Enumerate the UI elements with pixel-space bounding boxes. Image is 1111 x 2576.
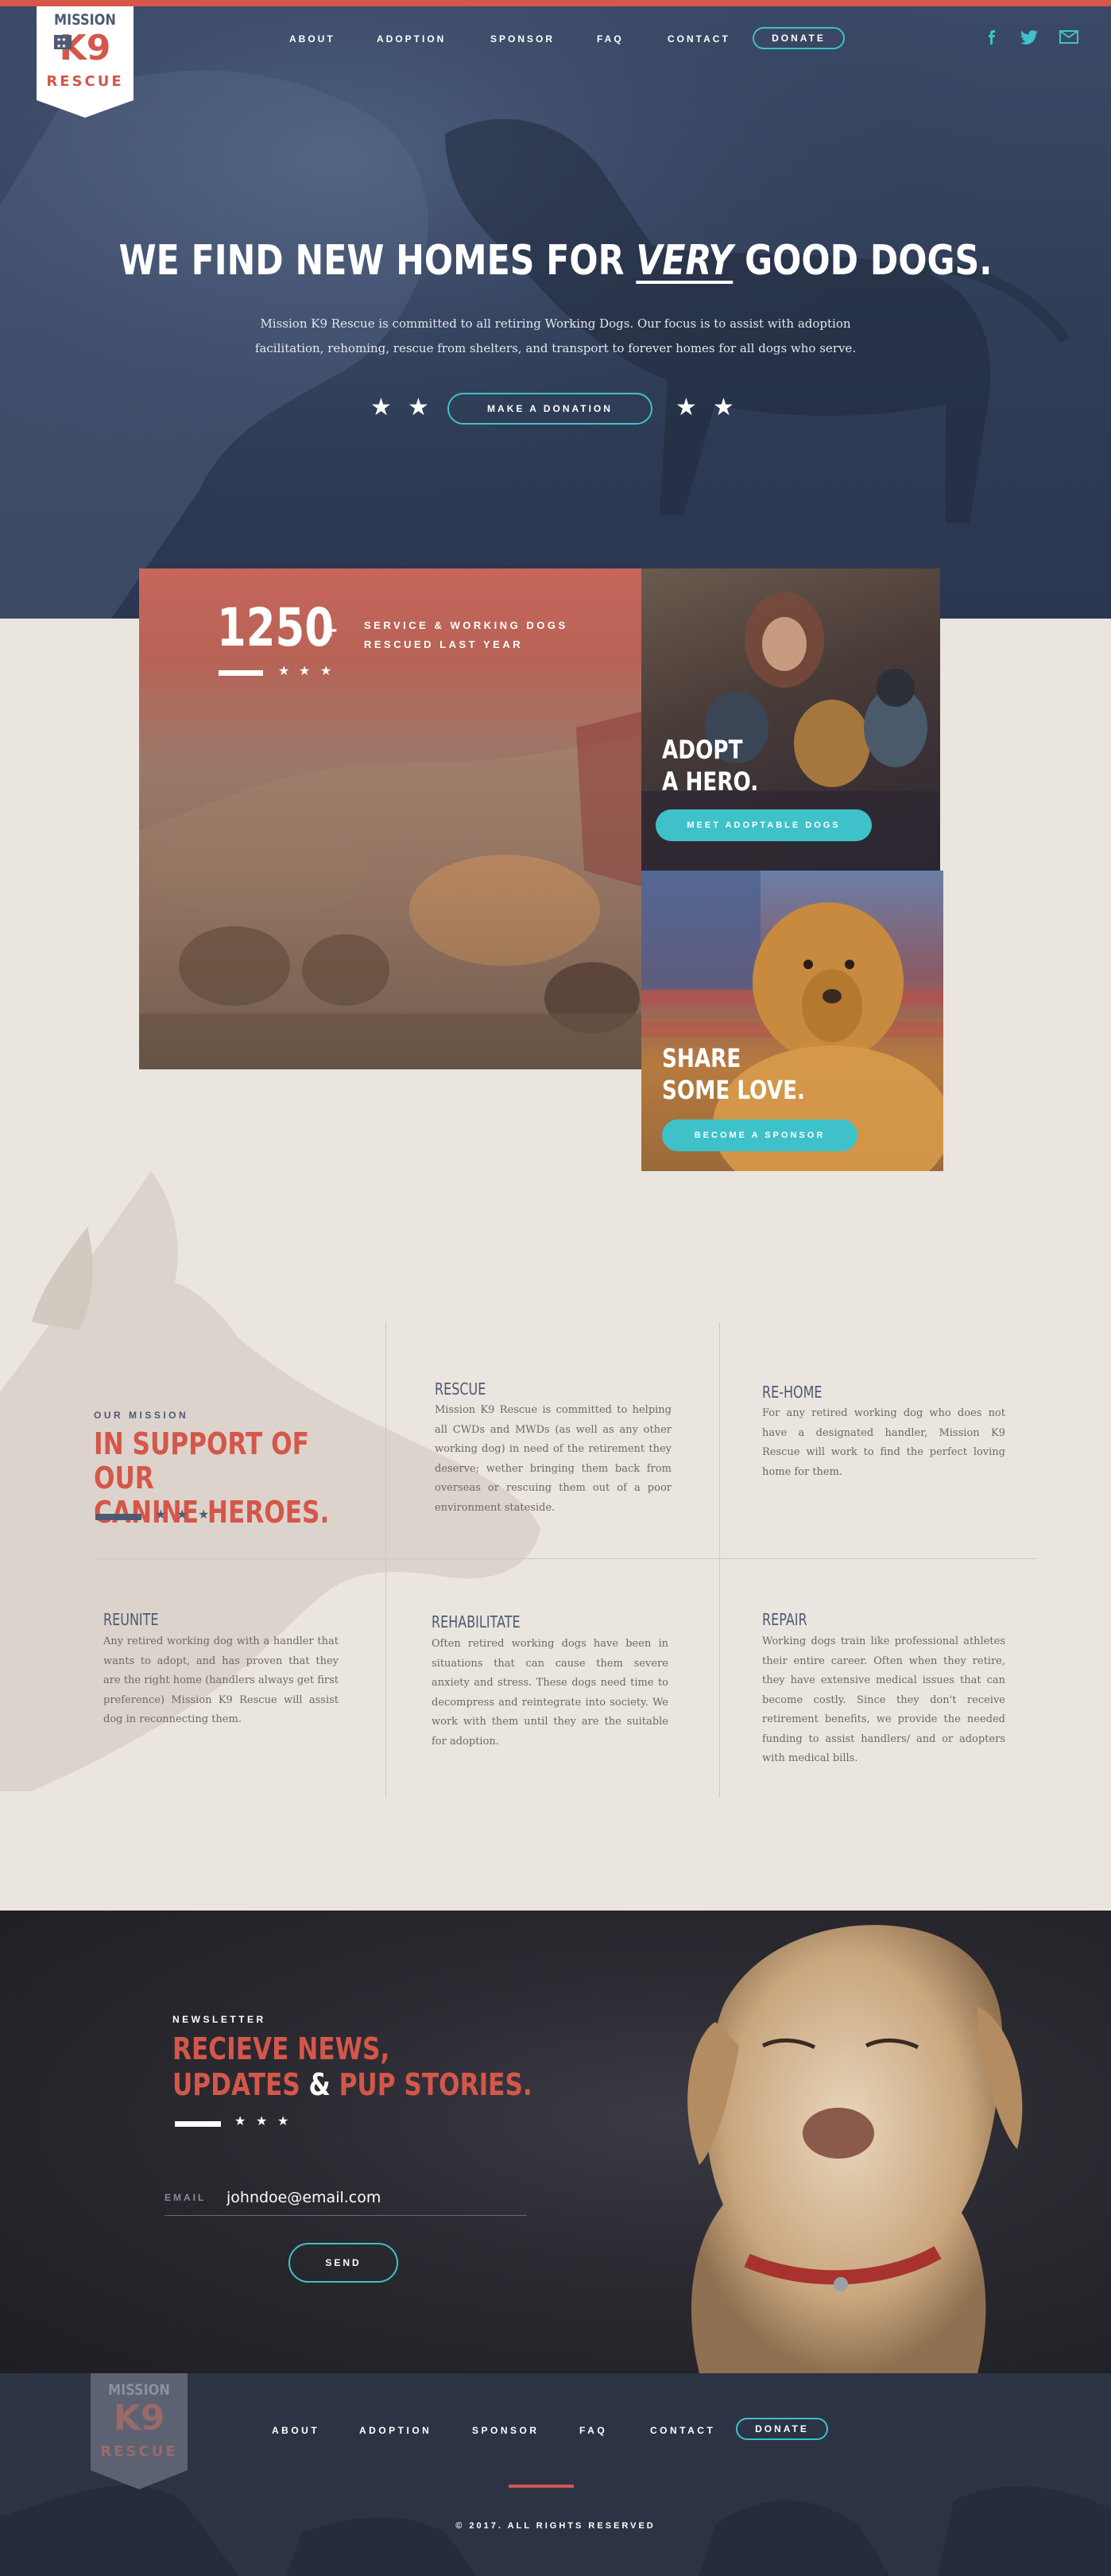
- footer-donate-button[interactable]: DONATE: [736, 2418, 828, 2440]
- service-text-repair: Working dogs train like professional ath…: [762, 1635, 1005, 1764]
- rescued-label-line2: RESCUED LAST YEAR: [364, 638, 524, 650]
- service-text-reunite: Any retired working dog with a handler t…: [103, 1635, 339, 1725]
- send-button[interactable]: SEND: [288, 2243, 398, 2283]
- footer-nav-sponsor[interactable]: SPONSOR: [472, 2425, 540, 2436]
- star-icon: ★: [198, 1508, 210, 1522]
- newsletter-kicker: NEWSLETTER: [172, 2014, 266, 2025]
- newsletter-title-updates: UPDATES: [172, 2067, 300, 2102]
- service-title-rehabilitate: REHABILITATE: [432, 1612, 521, 1631]
- email-input[interactable]: [226, 2184, 521, 2211]
- hero-title: WE FIND NEW HOMES FOR VERY GOOD DOGS.: [100, 237, 1011, 285]
- logo-badge[interactable]: MISSION K9 ★★ ★★ RESCUE: [37, 6, 134, 118]
- mission-divider-bar: [95, 1514, 141, 1520]
- star-icon: ★: [408, 394, 429, 421]
- grid-divider: [94, 1558, 1036, 1559]
- top-accent-bar: [0, 0, 1111, 6]
- adopt-card: ADOPT A HERO. MEET ADOPTABLE DOGS: [641, 568, 940, 871]
- share-card: SHARE SOME LOVE. BECOME A SPONSOR: [641, 871, 943, 1171]
- nav-donate-button[interactable]: DONATE: [753, 27, 845, 49]
- newsletter-title-pup-stories: PUP STORIES.: [339, 2067, 532, 2102]
- hero-title-pre: WE FIND NEW HOMES FOR: [118, 237, 625, 285]
- adopt-title-line2: A HERO.: [662, 766, 759, 797]
- share-title: SHARE SOME LOVE.: [662, 1042, 805, 1106]
- email-label: EMAIL: [165, 2192, 207, 2203]
- footer-logo-text-rescue: RESCUE: [100, 2443, 178, 2460]
- facebook-icon[interactable]: [987, 30, 997, 48]
- footer-logo-badge[interactable]: MISSION K9 RESCUE: [91, 2373, 188, 2489]
- become-a-sponsor-button[interactable]: BECOME A SPONSOR: [662, 1119, 857, 1151]
- nav-item-contact[interactable]: CONTACT: [668, 33, 730, 45]
- logo-text-mission: MISSION: [54, 11, 116, 29]
- grid-divider: [719, 1322, 720, 1798]
- email-icon[interactable]: [1059, 30, 1078, 48]
- mission-section: OUR MISSION IN SUPPORT OF OUR CANINE HER…: [0, 1171, 1111, 1911]
- nav-item-about[interactable]: ABOUT: [289, 33, 335, 45]
- star-icon: ★: [234, 2115, 246, 2128]
- star-icon: ★: [370, 394, 392, 421]
- rescued-label: SERVICE & WORKING DOGS RESCUED LAST YEAR: [364, 616, 602, 654]
- footer-nav-about[interactable]: ABOUT: [272, 2425, 319, 2436]
- hero-section: MISSION K9 ★★ ★★ RESCUE ABOUT ADOPTION S…: [0, 6, 1111, 619]
- hero-title-post: GOOD DOGS.: [745, 237, 993, 285]
- mission-title-line1: IN SUPPORT OF OUR: [94, 1426, 309, 1496]
- newsletter-divider-bar: [175, 2121, 221, 2127]
- share-title-line2: SOME LOVE.: [662, 1075, 805, 1105]
- nav-item-adoption[interactable]: ADOPTION: [377, 33, 446, 45]
- twitter-icon[interactable]: [1020, 30, 1038, 48]
- share-title-line1: SHARE: [662, 1043, 741, 1073]
- newsletter-title: RECIEVE NEWS, UPDATES & PUP STORIES.: [172, 2031, 537, 2103]
- stats-divider-bar: [219, 670, 263, 676]
- newsletter-title-line2: UPDATES & PUP STORIES.: [172, 2067, 537, 2103]
- star-icon: ★: [320, 665, 332, 678]
- rescued-count-plus: +: [323, 618, 338, 644]
- make-donation-button[interactable]: MAKE A DONATION: [447, 393, 652, 425]
- star-icon: ★: [155, 1508, 167, 1522]
- newsletter-section: NEWSLETTER RECIEVE NEWS, UPDATES & PUP S…: [0, 1911, 1111, 2373]
- stats-card: 1250 + SERVICE & WORKING DOGS RESCUED LA…: [139, 568, 641, 1069]
- service-text-rehome: For any retired working dog who does not…: [762, 1407, 1005, 1478]
- grid-divider: [385, 1322, 386, 1798]
- nav-item-sponsor[interactable]: SPONSOR: [490, 33, 555, 45]
- labrador-portrait-photo: [687, 1925, 1023, 2373]
- footer-logo-text-k9: K9: [113, 2398, 165, 2438]
- rescued-count: 1250: [217, 597, 334, 658]
- footer-nav-faq[interactable]: FAQ: [579, 2425, 607, 2436]
- star-icon: ★: [278, 665, 290, 678]
- mission-kicker: OUR MISSION: [94, 1410, 189, 1421]
- logo-text-rescue: RESCUE: [46, 73, 124, 90]
- main-nav: ABOUT ADOPTION SPONSOR FAQ CONTACT DONAT…: [0, 27, 1111, 51]
- star-icon: ★: [256, 2115, 268, 2128]
- footer-nav-contact[interactable]: CONTACT: [650, 2425, 715, 2436]
- meet-adoptable-dogs-button[interactable]: MEET ADOPTABLE DOGS: [656, 809, 872, 841]
- mission-title-line2: CANINE HEROES.: [94, 1495, 330, 1530]
- copyright-text: © 2017. ALL RIGHTS RESERVED: [455, 2521, 656, 2531]
- service-title-rescue: RESCUE: [435, 1379, 486, 1399]
- footer-nav-adoption[interactable]: ADOPTION: [359, 2425, 432, 2436]
- newsletter-title-amp: &: [308, 2067, 331, 2102]
- adopt-title-line1: ADOPT: [662, 735, 743, 765]
- rescued-label-line1: SERVICE & WORKING DOGS: [364, 619, 568, 631]
- star-icon: ★: [676, 394, 697, 421]
- star-icon: ★: [176, 1508, 188, 1522]
- hero-cta-row: ★ ★ MAKE A DONATION ★ ★: [0, 386, 1111, 426]
- footer-divider-line: [509, 2485, 574, 2488]
- hero-title-emphasis: VERY: [636, 237, 734, 285]
- email-field-row: EMAIL: [165, 2181, 527, 2216]
- site-footer: MISSION K9 RESCUE ABOUT ADOPTION SPONSOR…: [0, 2373, 1111, 2576]
- hero-lead-text: Mission K9 Rescue is committed to all re…: [254, 316, 857, 355]
- service-title-reunite: REUNITE: [103, 1610, 159, 1629]
- nav-item-faq[interactable]: FAQ: [597, 33, 624, 45]
- star-icon: ★: [299, 665, 311, 678]
- service-text-rescue: Mission K9 Rescue is committed to helpin…: [435, 1404, 672, 1514]
- newsletter-title-line1: RECIEVE NEWS,: [172, 2031, 390, 2066]
- footer-logo-text-mission: MISSION: [108, 2381, 170, 2399]
- adopt-title: ADOPT A HERO.: [662, 734, 758, 797]
- service-text-rehabilitate: Often retired working dogs have been in …: [432, 1638, 668, 1748]
- star-icon: ★: [713, 394, 734, 421]
- star-icon: ★: [277, 2115, 289, 2128]
- service-title-repair: REPAIR: [762, 1610, 807, 1629]
- service-title-rehome: RE-HOME: [762, 1383, 823, 1402]
